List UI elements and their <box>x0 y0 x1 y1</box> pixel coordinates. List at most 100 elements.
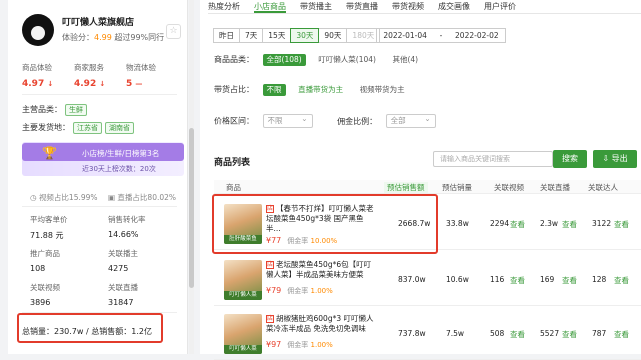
divider <box>22 206 177 207</box>
col-product: 商品 <box>226 183 241 192</box>
date-btn-90d[interactable]: 90天 <box>318 28 348 43</box>
category-brand[interactable]: 叮叮懒人菜(104) <box>314 54 380 66</box>
sales-amount: 837.0w <box>398 275 426 284</box>
col-videos[interactable]: 关联视频 <box>494 182 524 193</box>
live-ratio-icon: ▣ <box>107 193 118 202</box>
date-sep: - <box>439 31 443 40</box>
product-price: ¥79 佣金率 1.00% <box>266 286 333 295</box>
shop-name[interactable]: 叮叮懒人菜旗舰店 <box>62 15 134 28</box>
left-scrollbar[interactable] <box>189 0 194 354</box>
date-btn-7d[interactable]: 7天 <box>239 28 264 43</box>
category-other[interactable]: 其他(4) <box>388 54 422 66</box>
lives-view-link[interactable]: 查看 <box>562 275 577 286</box>
creators-view-link[interactable]: 查看 <box>614 275 629 286</box>
tab-bar: 热度分析 小店商品 带货播主 带货直播 带货视频 成交画像 用户评价 <box>208 0 641 14</box>
filter-share: 带货占比： 不限 直播带货为主 视频带货为主 <box>214 84 409 96</box>
videos-view-link[interactable]: 查看 <box>510 329 525 340</box>
search-button[interactable]: 搜索 <box>553 150 587 168</box>
rank-text: 小店榜/生鲜/日榜第3名 <box>82 149 160 158</box>
price-select[interactable]: 不限 <box>262 113 313 128</box>
tab-heat[interactable]: 热度分析 <box>208 0 240 13</box>
shop-header <box>22 14 54 46</box>
divider <box>22 94 177 95</box>
list-title: 商品列表 <box>214 158 251 168</box>
stat-videos: 关联视频 3896 <box>30 283 60 307</box>
share-video[interactable]: 视频带货为主 <box>356 84 409 96</box>
stat-avg-price: 平均客单价 71.88 元 <box>30 215 68 240</box>
lives-view-link[interactable]: 查看 <box>562 219 577 230</box>
metric-label: 商家服务 <box>74 63 104 72</box>
shop-score: 体验分：4.99 超过99%同行 <box>62 32 164 43</box>
videos-count: 116 <box>490 275 505 284</box>
search-input[interactable]: 请输入商品关键词搜索 <box>433 151 553 167</box>
export-button[interactable]: ⇩ 导出 <box>593 150 637 168</box>
tab-audience[interactable]: 成交画像 <box>438 0 470 13</box>
category-all[interactable]: 全部(108) <box>262 54 306 66</box>
col-lives[interactable]: 关联直播 <box>540 182 570 193</box>
shop-icon: 店 <box>266 315 274 323</box>
tab-shop-products[interactable]: 小店商品 <box>254 0 286 13</box>
tab-creators[interactable]: 带货播主 <box>300 0 332 13</box>
shop-avatar[interactable] <box>22 14 54 46</box>
date-range-picker[interactable]: 2022-01-04 - 2022-02-02 <box>376 28 506 43</box>
creators-view-link[interactable]: 查看 <box>614 329 629 340</box>
export-icon: ⇩ <box>602 154 612 163</box>
commission-select[interactable]: 全部 <box>385 113 436 128</box>
col-creators[interactable]: 关联达人 <box>588 182 618 193</box>
rank-sub: 近30天上榜次数：20次 <box>82 165 156 173</box>
score-value: 4.99 <box>94 33 112 42</box>
share-any[interactable]: 不限 <box>262 84 286 96</box>
col-sales-volume[interactable]: 预估销量 <box>442 182 472 193</box>
filter-category: 商品品类： 全部(108) 叮叮懒人菜(104) 其他(4) <box>214 54 422 66</box>
tab-lives[interactable]: 带货直播 <box>346 0 378 13</box>
tab-reviews[interactable]: 用户评价 <box>484 0 516 13</box>
product-name[interactable]: 店胡椒猪肚鸡600g*3 叮叮懒人菜冷冻半成品 免洗免切免调味 <box>266 314 376 334</box>
score-suffix: 超过99%同行 <box>114 33 165 42</box>
product-thumbnail[interactable]: 叮叮懒人菜 <box>224 260 262 300</box>
stat-lives: 关联直播 31847 <box>108 283 138 307</box>
lives-count: 169 <box>540 275 555 284</box>
stat-conversion: 销售转化率 14.66% <box>108 215 146 239</box>
product-price: ¥97 佣金率 1.00% <box>266 340 333 349</box>
scroll-thumb[interactable] <box>189 128 194 288</box>
ship-tag: 江苏省 <box>73 122 102 134</box>
lives-view-link[interactable]: 查看 <box>562 329 577 340</box>
highlight-box-top-product <box>212 194 438 254</box>
videos-view-link[interactable]: 查看 <box>510 219 525 230</box>
product-thumbnail[interactable]: 叮叮懒人菜 <box>224 314 262 354</box>
table-row[interactable]: 叮叮懒人菜 店胡椒猪肚鸡600g*3 叮叮懒人菜冷冻半成品 免洗免切免调味 ¥9… <box>214 308 641 360</box>
date-btn-30d[interactable]: 30天 <box>290 28 320 43</box>
lives-count: 5527 <box>540 329 560 338</box>
tab-videos[interactable]: 带货视频 <box>392 0 424 13</box>
live-ratio: 直播占比80.02% <box>117 193 177 202</box>
creators-count: 128 <box>592 275 607 284</box>
date-end: 2022-02-02 <box>455 31 499 40</box>
shop-icon: 店 <box>266 261 274 269</box>
main-category: 主营品类： 生鲜 <box>22 104 87 116</box>
filter-price-commission: 价格区间： 不限 佣金比例： 全部 <box>214 113 436 128</box>
creators-view-link[interactable]: 查看 <box>614 219 629 230</box>
sales-amount: 737.8w <box>398 329 426 338</box>
share-live[interactable]: 直播带货为主 <box>294 84 347 96</box>
ship-tag: 湖南省 <box>105 122 134 134</box>
date-btn-yesterday[interactable]: 昨日 <box>213 28 240 43</box>
metric-label: 物流体验 <box>126 63 156 72</box>
lives-count: 2.3w <box>540 219 559 228</box>
videos-count: 508 <box>490 329 505 338</box>
videos-view-link[interactable]: 查看 <box>510 275 525 286</box>
creators-count: 3122 <box>592 219 612 228</box>
date-start: 2022-01-04 <box>383 31 427 40</box>
date-quick-select: 昨日 7天 15天 30天 90天 180天 <box>213 28 381 43</box>
metric-value: 4.97 ↓ <box>22 79 54 89</box>
trophy-icon: 🏆 <box>42 146 57 160</box>
col-sales-amount[interactable]: 预估销售额 <box>384 182 428 193</box>
sales-volume: 10.6w <box>446 275 469 284</box>
product-name[interactable]: 店老坛酸菜鱼450g*6包【叮叮懒人菜】半成品菜美味方便菜 <box>266 260 376 280</box>
sales-volume: 7.5w <box>446 329 465 338</box>
date-btn-15d[interactable]: 15天 <box>262 28 292 43</box>
metric-label: 商品体验 <box>22 63 52 72</box>
metric-service: 商家服务 4.92 ↓ <box>74 62 126 89</box>
table-row[interactable]: 叮叮懒人菜 店老坛酸菜鱼450g*6包【叮叮懒人菜】半成品菜美味方便菜 ¥79 佣… <box>214 254 641 306</box>
favorite-star-icon[interactable]: ☆ <box>166 24 181 39</box>
shop-metrics: 商品体验 4.97 ↓ 商家服务 4.92 ↓ 物流体验 5 — <box>22 62 178 89</box>
